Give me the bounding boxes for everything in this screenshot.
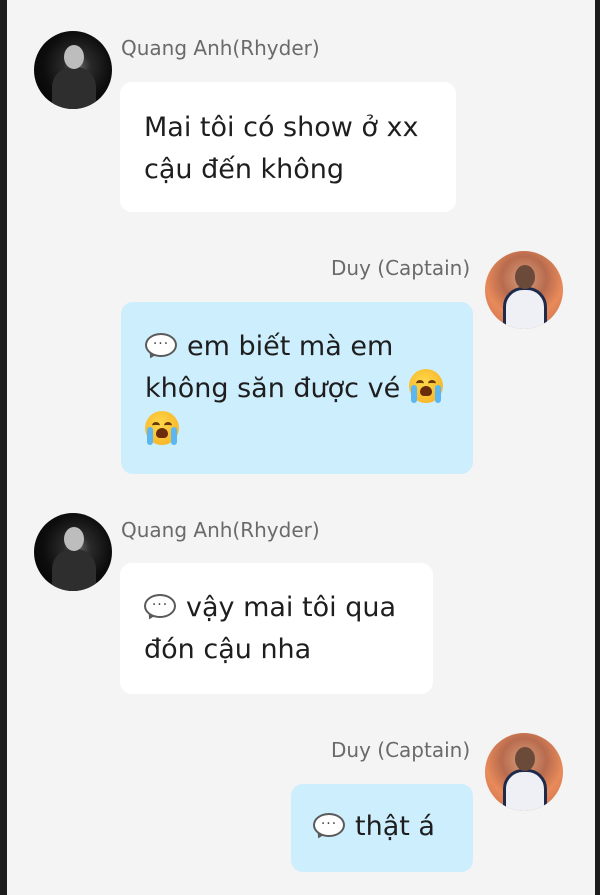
speech-bubble-icon: ··· xyxy=(144,594,176,622)
avatar[interactable] xyxy=(34,513,112,591)
message-bubble[interactable]: Mai tôi có show ở xx cậu đến không xyxy=(120,82,456,212)
message-bubble[interactable]: ··· vậy mai tôi qua đón cậu nha xyxy=(120,563,433,694)
window-edge-right xyxy=(595,0,600,895)
speech-bubble-icon: ··· xyxy=(145,333,177,361)
sender-name: Duy (Captain) xyxy=(331,738,471,762)
crying-face-emoji xyxy=(408,369,443,403)
chat-thread[interactable]: Quang Anh(Rhyder) Mai tôi có show ở xx c… xyxy=(7,0,595,895)
avatar[interactable] xyxy=(485,251,563,329)
crying-face-emoji xyxy=(145,411,179,445)
message-text: Mai tôi có show ở xx cậu đến không xyxy=(144,112,419,185)
window-edge-left xyxy=(0,0,7,895)
message-bubble[interactable]: ··· em biết mà em không săn được vé xyxy=(121,302,473,474)
sender-name: Duy (Captain) xyxy=(331,256,471,280)
message-text: thật á xyxy=(355,811,435,842)
sender-name: Quang Anh(Rhyder) xyxy=(121,518,320,542)
message-text-line: đón cậu nha xyxy=(144,634,312,665)
avatar[interactable] xyxy=(485,733,563,811)
message-text-line: vậy mai tôi qua xyxy=(186,592,397,623)
message-text-line: không săn được vé xyxy=(145,373,401,404)
message-bubble[interactable]: ··· thật á xyxy=(291,784,473,872)
message-text-line: em biết mà em xyxy=(187,331,394,362)
speech-bubble-icon: ··· xyxy=(313,813,345,841)
sender-name: Quang Anh(Rhyder) xyxy=(121,36,320,60)
avatar[interactable] xyxy=(34,31,112,109)
